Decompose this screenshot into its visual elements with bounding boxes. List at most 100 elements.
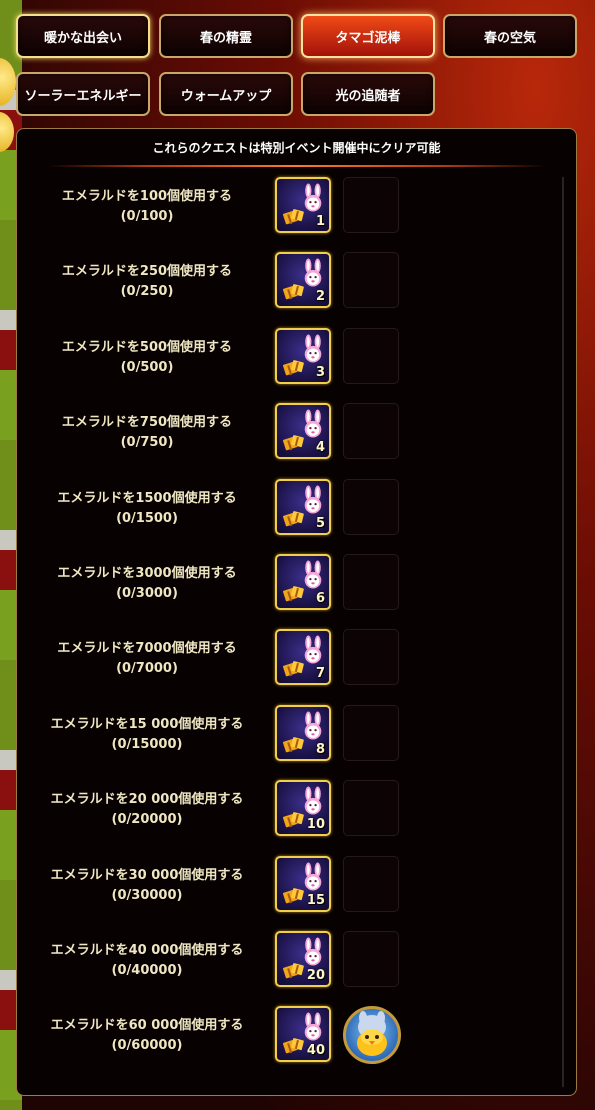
quest-progress: (0/750) — [120, 435, 174, 451]
quest-text: エメラルドを500個使用する (0/500) — [17, 322, 277, 394]
quest-title: エメラルドを30 000個使用する — [50, 867, 244, 883]
chest-icon — [283, 510, 305, 527]
reward-quantity: 3 — [315, 364, 325, 380]
empty-reward-slot — [343, 629, 399, 686]
quest-row: エメラルドを500個使用する (0/500) 3 — [17, 322, 557, 394]
empty-reward-slot — [343, 177, 399, 233]
chest-icon — [283, 585, 305, 602]
reward-quantity: 8 — [315, 741, 325, 757]
reward-item[interactable]: 7 — [275, 629, 331, 686]
quest-title: エメラルドを250個使用する — [61, 264, 233, 280]
quest-progress: (0/7000) — [116, 661, 178, 677]
quest-row: エメラルドを20 000個使用する (0/20000) 10 — [17, 774, 557, 846]
quest-title: エメラルドを60 000個使用する — [50, 1018, 244, 1034]
quest-title: エメラルドを1500個使用する — [57, 490, 237, 506]
reward-quantity: 10 — [306, 817, 325, 833]
tab-spring-air[interactable]: 春の空気 — [443, 14, 577, 58]
empty-reward-slot — [343, 478, 399, 535]
quest-progress: (0/15000) — [111, 736, 183, 752]
chest-icon — [283, 435, 305, 451]
tab-solar-energy[interactable]: ソーラーエネルギー — [16, 72, 150, 116]
quest-title: エメラルドを40 000個使用する — [50, 943, 244, 958]
reward-item[interactable]: 6 — [275, 554, 331, 610]
quest-row: エメラルドを7000個使用する (0/7000) 7 — [17, 623, 557, 695]
chest-icon — [283, 284, 305, 300]
quest-row: エメラルドを100個使用する (0/100) 1 — [17, 171, 557, 243]
chest-icon — [283, 962, 305, 979]
quest-text: エメラルドを250個使用する (0/250) — [17, 246, 277, 318]
quest-progress: (0/100) — [120, 209, 174, 224]
empty-reward-slot — [343, 704, 399, 761]
reward-item[interactable]: 4 — [275, 403, 331, 460]
quest-row: エメラルドを15 000個使用する (0/15000) 8 — [17, 699, 557, 771]
reward-item[interactable]: 40 — [275, 1006, 331, 1063]
chest-icon — [283, 208, 305, 225]
quest-text: エメラルドを7000個使用する (0/7000) — [17, 623, 277, 695]
reward-item[interactable]: 20 — [275, 931, 331, 987]
quest-progress: (0/40000) — [111, 963, 183, 978]
panel-header: これらのクエストは特別イベント開催中にクリア可能 — [152, 140, 441, 155]
chest-icon — [283, 887, 305, 904]
reward-quantity: 2 — [315, 289, 325, 305]
quest-text: エメラルドを15 000個使用する (0/15000) — [17, 699, 277, 771]
quest-progress: (0/60000) — [111, 1038, 183, 1054]
empty-reward-slot — [343, 554, 399, 610]
quest-progress: (0/30000) — [111, 887, 183, 903]
reward-quantity: 5 — [315, 515, 325, 531]
quest-progress: (0/1500) — [116, 510, 178, 526]
reward-item[interactable]: 15 — [275, 855, 331, 912]
quest-title: エメラルドを7000個使用する — [57, 641, 237, 657]
quest-row: エメラルドを3000個使用する (0/3000) 6 — [17, 548, 557, 620]
empty-reward-slot — [343, 855, 399, 912]
reward-quantity: 20 — [306, 968, 325, 983]
quest-title: エメラルドを100個使用する — [61, 189, 233, 204]
quest-text: エメラルドを40 000個使用する (0/40000) — [17, 925, 277, 997]
reward-quantity: 1 — [315, 214, 325, 229]
reward-quantity: 15 — [306, 892, 325, 908]
reward-item[interactable]: 10 — [275, 780, 331, 837]
reward-item[interactable]: 3 — [275, 327, 331, 384]
chest-icon — [283, 736, 305, 753]
scrollbar[interactable] — [562, 177, 564, 1087]
quest-row: エメラルドを30 000個使用する (0/30000) 15 — [17, 850, 557, 922]
chick-icon — [357, 1011, 387, 1057]
chick-avatar-reward[interactable] — [343, 1006, 401, 1065]
quest-progress: (0/3000) — [116, 586, 178, 601]
chest-icon — [283, 1038, 305, 1054]
reward-quantity: 4 — [315, 440, 325, 456]
quest-row: エメラルドを40 000個使用する (0/40000) 20 — [17, 925, 557, 997]
empty-reward-slot — [343, 403, 399, 460]
tab-light-follower[interactable]: 光の追随者 — [301, 72, 435, 116]
quest-title: エメラルドを15 000個使用する — [50, 716, 244, 732]
empty-reward-slot — [343, 252, 399, 309]
quest-panel: これらのクエストは特別イベント開催中にクリア可能 エメラルドを100個使用する (… — [16, 128, 577, 1096]
reward-quantity: 7 — [315, 666, 325, 682]
chest-icon — [283, 359, 305, 376]
tab-warm-encounter[interactable]: 暖かな出会い — [16, 14, 150, 58]
quest-text: エメラルドを30 000個使用する (0/30000) — [17, 850, 277, 922]
tab-warm-up[interactable]: ウォームアップ — [159, 72, 293, 116]
quest-row: エメラルドを250個使用する (0/250) 2 — [17, 246, 557, 318]
quest-text: エメラルドを20 000個使用する (0/20000) — [17, 774, 277, 846]
tab-spring-spirit[interactable]: 春の精霊 — [159, 14, 293, 58]
quest-text: エメラルドを1500個使用する (0/1500) — [17, 473, 277, 545]
chest-icon — [283, 661, 305, 677]
empty-reward-slot — [343, 780, 399, 837]
quest-row: エメラルドを750個使用する (0/750) 4 — [17, 397, 557, 469]
header-divider — [47, 165, 546, 167]
quest-text: エメラルドを3000個使用する (0/3000) — [17, 548, 277, 620]
quest-progress: (0/20000) — [111, 812, 183, 828]
reward-item[interactable]: 5 — [275, 478, 331, 535]
quest-progress: (0/500) — [120, 359, 174, 375]
quest-title: エメラルドを500個使用する — [61, 339, 233, 355]
reward-item[interactable]: 8 — [275, 704, 331, 761]
empty-reward-slot — [343, 327, 399, 384]
reward-quantity: 40 — [306, 1043, 325, 1059]
tab-egg-thief[interactable]: タマゴ泥棒 — [301, 14, 435, 58]
reward-item[interactable]: 1 — [275, 177, 331, 233]
reward-item[interactable]: 2 — [275, 252, 331, 309]
quest-text: エメラルドを100個使用する (0/100) — [17, 171, 277, 243]
quest-text: エメラルドを750個使用する (0/750) — [17, 397, 277, 469]
quest-row: エメラルドを60 000個使用する (0/60000) 40 — [17, 1000, 557, 1072]
chest-icon — [283, 812, 305, 828]
